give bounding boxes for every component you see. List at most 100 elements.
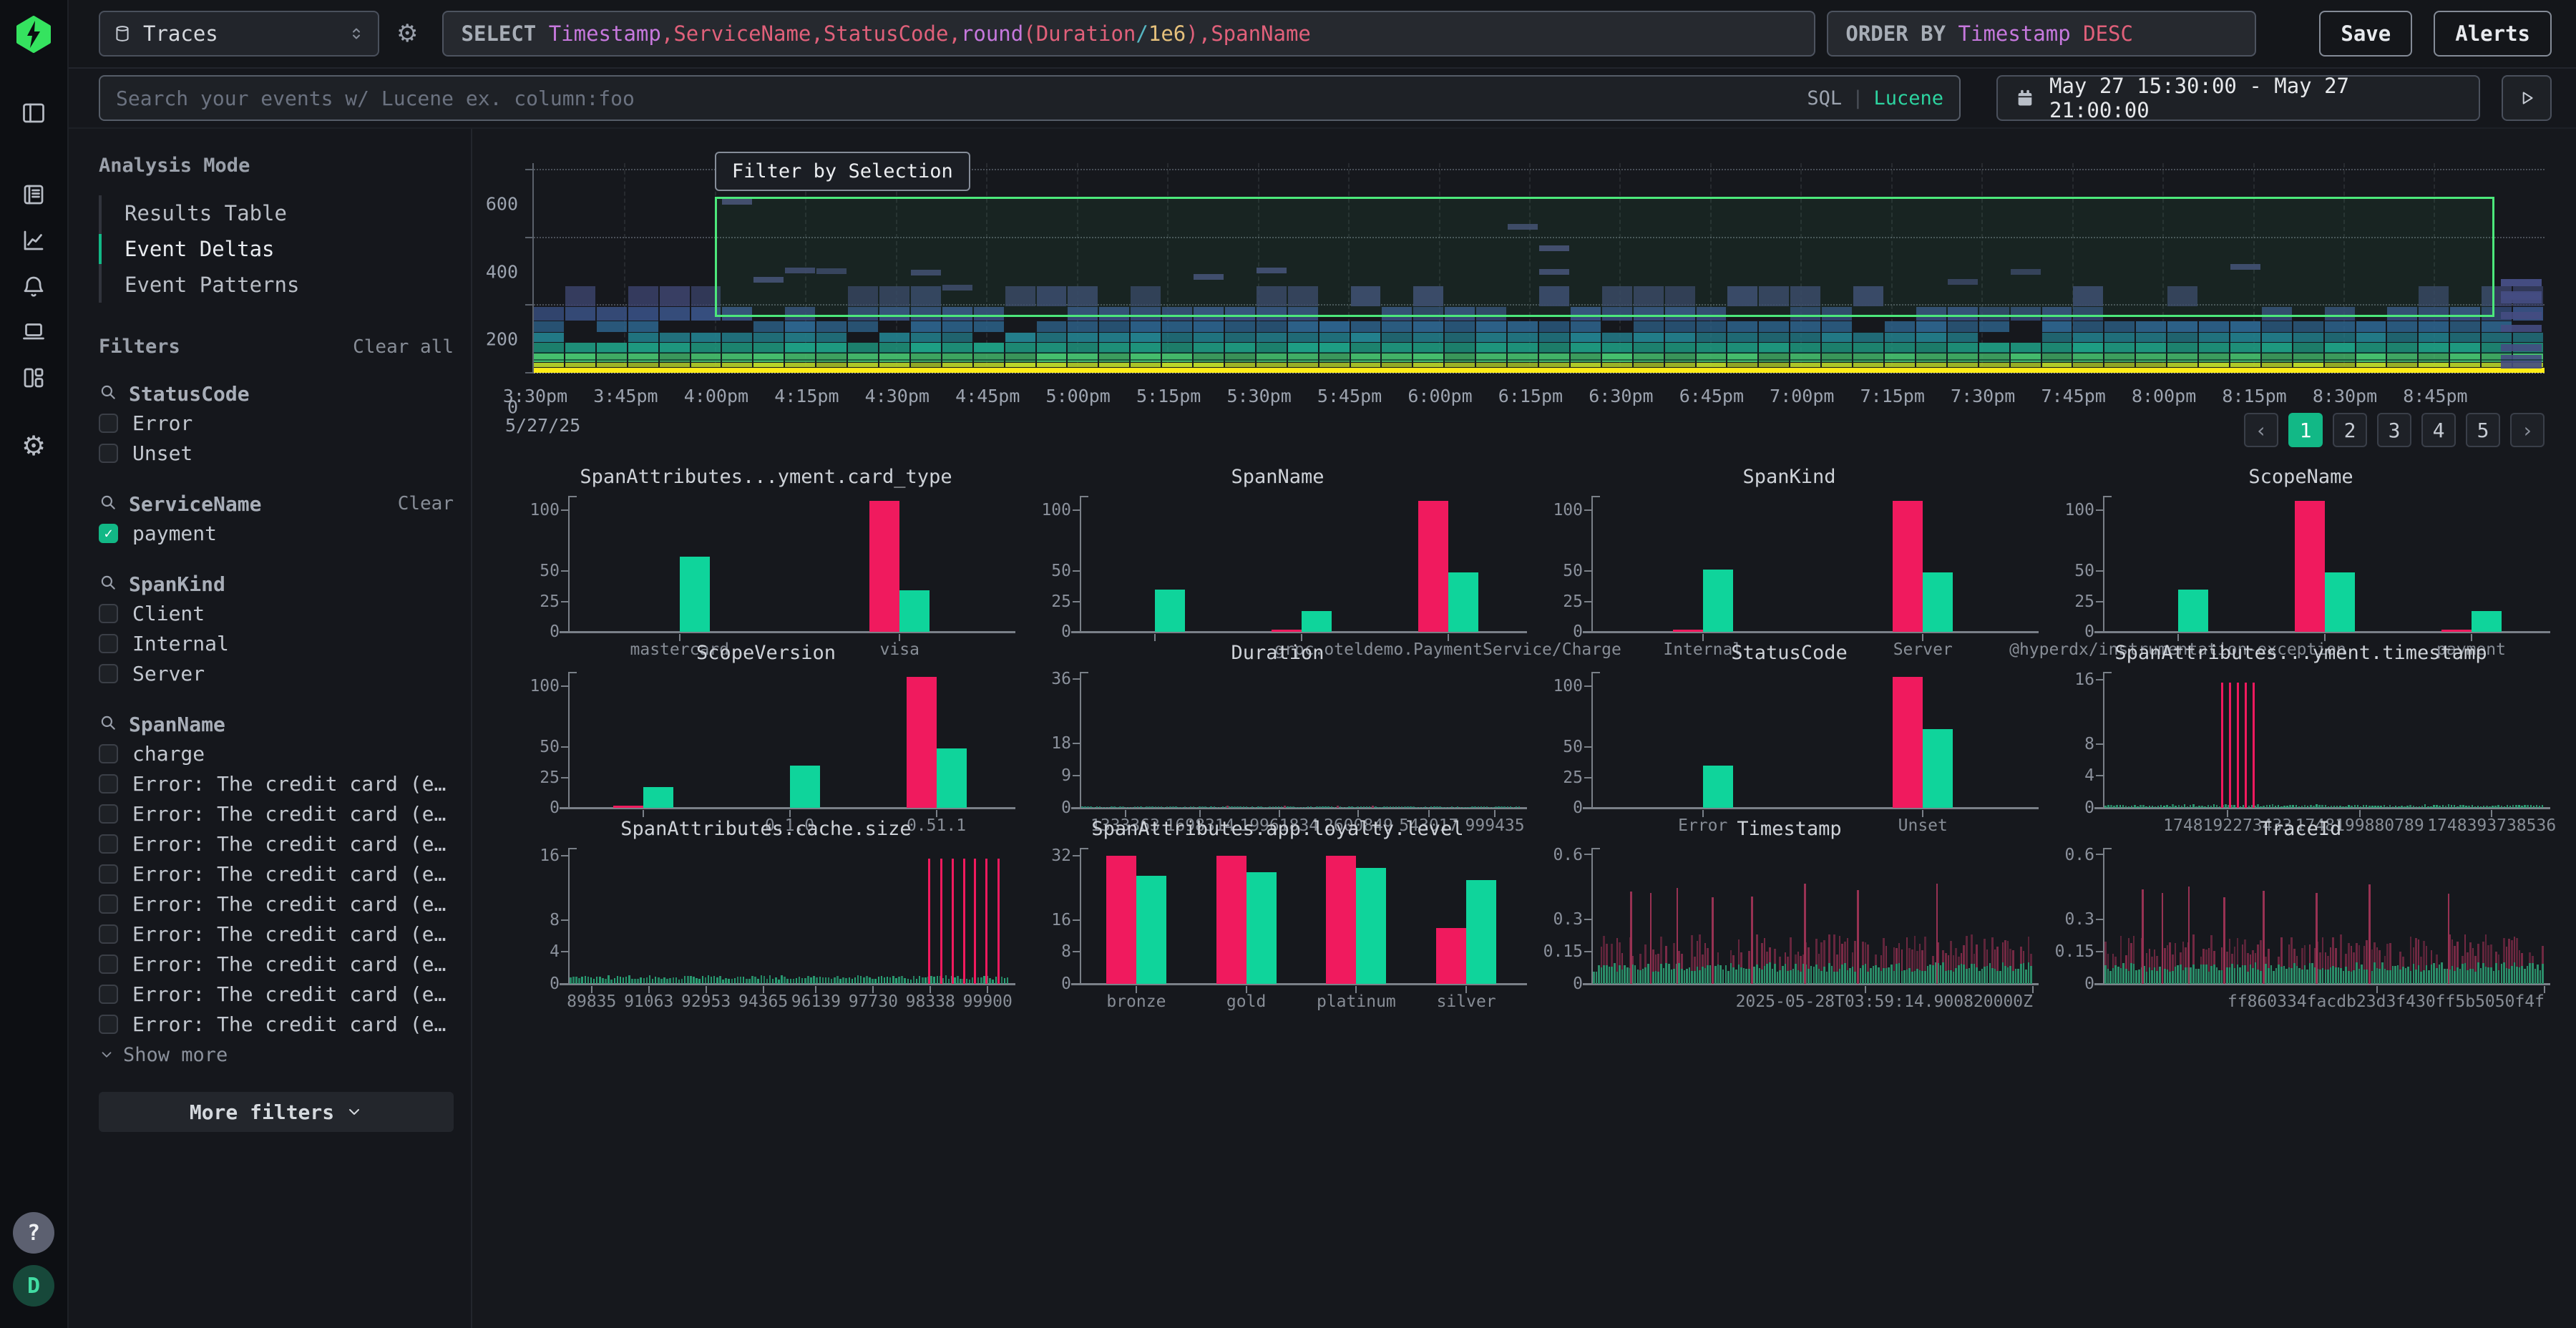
help-button[interactable]: ? [13,1212,54,1254]
chart-bar [799,977,801,984]
chart-y-tick-label: 0.15 [1543,942,1583,961]
sql-token: ServiceName [673,21,811,46]
filter-option-error-the-credit-card-end[interactable]: Error: The credit card (end… [99,889,454,919]
chart-bar [1826,972,1828,984]
checkbox[interactable] [99,864,118,884]
chart-bar [2128,971,2130,984]
filter-clear-link[interactable]: Clear [398,493,454,514]
show-more-link[interactable]: Show more [99,1039,454,1070]
analysis-mode-item-event-deltas[interactable]: Event Deltas [102,231,454,267]
checkbox[interactable] [99,894,118,914]
filter-option-payment[interactable]: ✓payment [99,518,454,548]
checkbox[interactable] [99,985,118,1004]
checkbox[interactable] [99,744,118,763]
timeline-plot[interactable]: Filter by Selection 5/27/25 3:30pm3:45pm… [532,163,2545,373]
chart-plot[interactable]: 8983591063929539436596139977309833899900 [568,848,1010,984]
filter-option-error-the-credit-card-end[interactable]: Error: The credit card (end… [99,829,454,859]
filter-option-error-the-credit-card-end[interactable]: Error: The credit card (end… [99,799,454,829]
layout-icon[interactable] [21,365,47,391]
pagination-prev-button[interactable]: ‹ [2244,413,2278,447]
filter-option-error-the-credit-card-end[interactable]: Error: The credit card (end… [99,859,454,889]
chart-plot[interactable]: InternalServer [1591,496,2033,632]
chart-bar [1503,806,1506,808]
checkbox[interactable] [99,664,118,683]
chart-bar [2448,804,2450,808]
notebook-icon[interactable] [21,182,47,208]
bell-icon[interactable] [21,273,47,299]
filter-option-error-the-credit-card-end[interactable]: Error: The credit card (end… [99,979,454,1009]
checkbox[interactable] [99,1015,118,1034]
pagination-page-4[interactable]: 4 [2421,413,2456,447]
analysis-mode-item-results-table[interactable]: Results Table [102,195,454,231]
sql-orderby-input[interactable]: ORDER BY Timestamp DESC [1827,11,2256,57]
sql-select-input[interactable]: SELECT Timestamp,ServiceName,StatusCode,… [442,11,1815,57]
pagination-page-3[interactable]: 3 [2377,413,2411,447]
chart-bar [1448,572,1478,632]
filter-option-client[interactable]: Client [99,598,454,628]
checkbox[interactable] [99,774,118,794]
filter-option-server[interactable]: Server [99,658,454,688]
panel-left-icon[interactable] [21,100,47,126]
run-query-button[interactable] [2502,75,2552,121]
chart-plot[interactable]: ff860334facdb23d3f430ff5b5050f4f [2103,848,2545,984]
filter-option-internal[interactable]: Internal [99,628,454,658]
analysis-mode-item-event-patterns[interactable]: Event Patterns [102,267,454,303]
chart-plot[interactable]: grpc.oteldemo.PaymentService/Charge [1080,496,1521,632]
chart-plot[interactable]: bronzegoldplatinumsilver [1080,848,1521,984]
chart-plot[interactable]: @hyperdx/instrumentation-exceptionpaymen… [2103,496,2545,632]
chart-plot[interactable]: ErrorUnset [1591,672,2033,808]
logo-icon[interactable] [15,16,52,53]
chart-icon[interactable] [21,228,47,253]
chart-bar [2112,968,2114,984]
filter-option-error-the-credit-card-end[interactable]: Error: The credit card (end… [99,919,454,949]
query-settings-gear-icon[interactable]: ⚙ [396,21,418,46]
chart-bar [1691,971,1693,984]
chart-plot[interactable]: 2025-05-28T03:59:14.900820000Z [1591,848,2033,984]
more-filters-button[interactable]: More filters [99,1092,454,1132]
checkbox[interactable] [99,444,118,463]
filter-option-error-the-credit-card-end[interactable]: Error: The credit card (end… [99,1009,454,1039]
alerts-button[interactable]: Alerts [2434,11,2552,57]
clear-all-link[interactable]: Clear all [353,336,454,358]
checkbox[interactable] [99,924,118,944]
checkbox[interactable] [99,804,118,824]
chart-bar [2128,806,2130,808]
filter-option-error[interactable]: Error [99,408,454,438]
selection-rectangle[interactable] [715,197,2494,317]
chart-plot[interactable]: 0.1.00.51.1 [568,672,1010,808]
chart-bar [1738,965,1740,984]
checkbox[interactable] [99,954,118,974]
gear-icon[interactable]: ⚙ [21,432,46,459]
language-toggle[interactable]: SQL | Lucene [1807,87,1943,109]
filter-option-error-the-credit-card-end[interactable]: Error: The credit card (end… [99,768,454,799]
search-input[interactable] [116,87,1807,110]
pagination-page-1[interactable]: 1 [2288,413,2323,447]
checkbox[interactable] [99,604,118,623]
checkbox[interactable]: ✓ [99,524,118,543]
avatar[interactable]: D [13,1265,54,1307]
checkbox[interactable] [99,834,118,854]
laptop-icon[interactable] [21,319,47,345]
chart-plot[interactable]: 1333363169831419961834260084954301799943… [1080,672,1521,808]
save-button[interactable]: Save [2319,11,2412,57]
checkbox[interactable] [99,634,118,653]
chart-bar [2296,805,2298,808]
pagination-page-5[interactable]: 5 [2466,413,2500,447]
chart-bar [623,977,625,984]
chart-plot[interactable]: 174819227343317481998807891748393738536 [2103,672,2545,808]
time-range-picker[interactable]: May 27 15:30:00 - May 27 21:00:00 [1996,75,2480,121]
filter-option-charge[interactable]: charge [99,738,454,768]
chart-bar [2233,805,2235,808]
lucene-toggle-label[interactable]: Lucene [1873,87,1943,109]
sql-toggle-label[interactable]: SQL [1807,87,1842,109]
source-select[interactable]: Traces [99,11,379,57]
chart-bar [907,677,937,808]
filter-option-unset[interactable]: Unset [99,438,454,468]
filter-option-error-the-credit-card-end[interactable]: Error: The credit card (end… [99,949,454,979]
chart-bar [1474,806,1476,808]
pagination-next-button[interactable]: › [2510,413,2545,447]
checkbox[interactable] [99,414,118,433]
chart-plot[interactable]: mastercardvisa [568,496,1010,632]
pagination-page-2[interactable]: 2 [2333,413,2367,447]
filter-by-selection-tooltip[interactable]: Filter by Selection [715,152,970,191]
